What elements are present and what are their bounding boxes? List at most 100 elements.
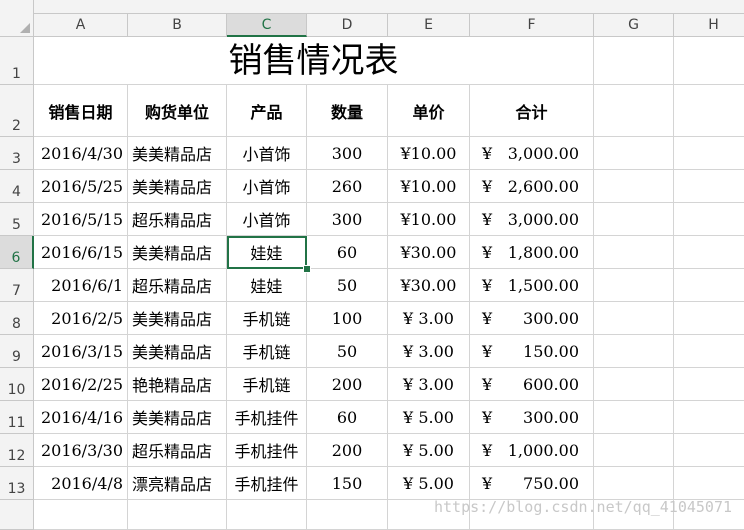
active-cell-c6[interactable]: 娃娃 bbox=[227, 236, 307, 269]
sheet-title[interactable]: 销售情况表 bbox=[34, 37, 594, 85]
cell-price-row-6[interactable]: ¥30.00 bbox=[388, 236, 470, 269]
cell-unit-row-7[interactable]: 超乐精品店 bbox=[128, 269, 227, 302]
cell-qty-row-6[interactable]: 60 bbox=[307, 236, 388, 269]
cell-price-row-7[interactable]: ¥30.00 bbox=[388, 269, 470, 302]
cell-g2[interactable] bbox=[594, 85, 674, 137]
cell-total-row-9[interactable]: ¥150.00 bbox=[470, 335, 594, 368]
cell-unit-row-3[interactable]: 美美精品店 bbox=[128, 137, 227, 170]
select-all-corner[interactable] bbox=[0, 0, 34, 37]
cell-unit-row-11[interactable]: 美美精品店 bbox=[128, 401, 227, 434]
row-header-5[interactable]: 5 bbox=[0, 203, 34, 236]
cell-unit-row-4[interactable]: 美美精品店 bbox=[128, 170, 227, 203]
fill-handle[interactable] bbox=[303, 265, 311, 273]
cell-product-row-3[interactable]: 小首饰 bbox=[227, 137, 307, 170]
cell-h2[interactable] bbox=[674, 85, 744, 137]
header-price[interactable]: 单价 bbox=[388, 85, 470, 137]
row-header-4[interactable]: 4 bbox=[0, 170, 34, 203]
cell-product-row-13[interactable]: 手机挂件 bbox=[227, 467, 307, 500]
cell-qty-row-12[interactable]: 200 bbox=[307, 434, 388, 467]
row-header-next[interactable] bbox=[0, 500, 34, 530]
cell-date-row-8[interactable]: 2016/2/5 bbox=[34, 302, 128, 335]
cell-c14[interactable] bbox=[227, 500, 307, 530]
cell-total-row-13[interactable]: ¥750.00 bbox=[470, 467, 594, 500]
cell-h1[interactable] bbox=[674, 37, 744, 85]
cell-qty-row-8[interactable]: 100 bbox=[307, 302, 388, 335]
row-header-2[interactable]: 2 bbox=[0, 85, 34, 137]
column-header-f[interactable]: F bbox=[470, 14, 594, 37]
cell-d14[interactable] bbox=[307, 500, 388, 530]
cell-total-row-12[interactable]: ¥1,000.00 bbox=[470, 434, 594, 467]
header-product[interactable]: 产品 bbox=[227, 85, 307, 137]
cell-product-row-8[interactable]: 手机链 bbox=[227, 302, 307, 335]
cell-g8[interactable] bbox=[594, 302, 674, 335]
cell-total-row-7[interactable]: ¥1,500.00 bbox=[470, 269, 594, 302]
cell-g5[interactable] bbox=[594, 203, 674, 236]
cell-product-row-7[interactable]: 娃娃 bbox=[227, 269, 307, 302]
cell-h6[interactable] bbox=[674, 236, 744, 269]
cell-g12[interactable] bbox=[594, 434, 674, 467]
column-header-h[interactable]: H bbox=[674, 14, 744, 37]
cell-unit-row-6[interactable]: 美美精品店 bbox=[128, 236, 227, 269]
cell-price-row-12[interactable]: ¥ 5.00 bbox=[388, 434, 470, 467]
row-header-13[interactable]: 13 bbox=[0, 467, 34, 500]
cell-h5[interactable] bbox=[674, 203, 744, 236]
row-header-6[interactable]: 6 bbox=[0, 236, 34, 269]
cell-total-row-10[interactable]: ¥600.00 bbox=[470, 368, 594, 401]
cell-b14[interactable] bbox=[128, 500, 227, 530]
cell-unit-row-10[interactable]: 艳艳精品店 bbox=[128, 368, 227, 401]
cell-total-row-3[interactable]: ¥3,000.00 bbox=[470, 137, 594, 170]
cell-g6[interactable] bbox=[594, 236, 674, 269]
cell-qty-row-10[interactable]: 200 bbox=[307, 368, 388, 401]
cell-date-row-6[interactable]: 2016/6/15 bbox=[34, 236, 128, 269]
cell-date-row-13[interactable]: 2016/4/8 bbox=[34, 467, 128, 500]
cell-date-row-11[interactable]: 2016/4/16 bbox=[34, 401, 128, 434]
cell-date-row-10[interactable]: 2016/2/25 bbox=[34, 368, 128, 401]
cell-price-row-5[interactable]: ¥10.00 bbox=[388, 203, 470, 236]
cell-h13[interactable] bbox=[674, 467, 744, 500]
cell-qty-row-5[interactable]: 300 bbox=[307, 203, 388, 236]
cell-product-row-9[interactable]: 手机链 bbox=[227, 335, 307, 368]
cell-date-row-3[interactable]: 2016/4/30 bbox=[34, 137, 128, 170]
column-header-e[interactable]: E bbox=[388, 14, 470, 37]
cell-g4[interactable] bbox=[594, 170, 674, 203]
cell-h10[interactable] bbox=[674, 368, 744, 401]
row-header-7[interactable]: 7 bbox=[0, 269, 34, 302]
cell-price-row-3[interactable]: ¥10.00 bbox=[388, 137, 470, 170]
cell-g10[interactable] bbox=[594, 368, 674, 401]
cell-product-row-11[interactable]: 手机挂件 bbox=[227, 401, 307, 434]
cell-price-row-9[interactable]: ¥ 3.00 bbox=[388, 335, 470, 368]
cell-qty-row-7[interactable]: 50 bbox=[307, 269, 388, 302]
row-header-3[interactable]: 3 bbox=[0, 137, 34, 170]
row-header-1[interactable]: 1 bbox=[0, 37, 34, 85]
cell-g11[interactable] bbox=[594, 401, 674, 434]
cell-product-row-4[interactable]: 小首饰 bbox=[227, 170, 307, 203]
header-unit[interactable]: 购货单位 bbox=[128, 85, 227, 137]
header-date[interactable]: 销售日期 bbox=[34, 85, 128, 137]
cell-price-row-4[interactable]: ¥10.00 bbox=[388, 170, 470, 203]
row-header-8[interactable]: 8 bbox=[0, 302, 34, 335]
cell-price-row-8[interactable]: ¥ 3.00 bbox=[388, 302, 470, 335]
cell-date-row-7[interactable]: 2016/6/1 bbox=[34, 269, 128, 302]
cell-unit-row-5[interactable]: 超乐精品店 bbox=[128, 203, 227, 236]
cell-product-row-5[interactable]: 小首饰 bbox=[227, 203, 307, 236]
cell-unit-row-8[interactable]: 美美精品店 bbox=[128, 302, 227, 335]
header-total[interactable]: 合计 bbox=[470, 85, 594, 137]
cell-total-row-8[interactable]: ¥300.00 bbox=[470, 302, 594, 335]
cell-h4[interactable] bbox=[674, 170, 744, 203]
cell-qty-row-13[interactable]: 150 bbox=[307, 467, 388, 500]
cell-g7[interactable] bbox=[594, 269, 674, 302]
cell-price-row-11[interactable]: ¥ 5.00 bbox=[388, 401, 470, 434]
column-header-b[interactable]: B bbox=[128, 14, 227, 37]
cell-date-row-5[interactable]: 2016/5/15 bbox=[34, 203, 128, 236]
cell-date-row-9[interactable]: 2016/3/15 bbox=[34, 335, 128, 368]
cell-total-row-6[interactable]: ¥1,800.00 bbox=[470, 236, 594, 269]
cell-price-row-10[interactable]: ¥ 3.00 bbox=[388, 368, 470, 401]
cell-unit-row-13[interactable]: 漂亮精品店 bbox=[128, 467, 227, 500]
cell-date-row-4[interactable]: 2016/5/25 bbox=[34, 170, 128, 203]
cell-h9[interactable] bbox=[674, 335, 744, 368]
cell-g1[interactable] bbox=[594, 37, 674, 85]
cell-total-row-11[interactable]: ¥300.00 bbox=[470, 401, 594, 434]
cell-h7[interactable] bbox=[674, 269, 744, 302]
row-header-9[interactable]: 9 bbox=[0, 335, 34, 368]
cell-g13[interactable] bbox=[594, 467, 674, 500]
